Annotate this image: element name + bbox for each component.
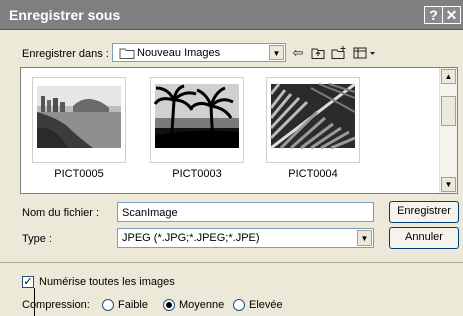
radio-moyenne-label: Moyenne — [179, 299, 225, 311]
save-in-value: Nouveau Images — [137, 47, 221, 59]
view-menu-icon[interactable] — [352, 44, 378, 62]
help-button[interactable]: ? — [424, 6, 443, 24]
window-title: Enregistrer sous — [9, 7, 121, 23]
save-button[interactable]: Enregistrer — [389, 201, 459, 223]
divider — [0, 262, 463, 263]
radio-faible[interactable] — [102, 299, 114, 311]
save-in-label: Enregistrer dans : — [22, 48, 109, 60]
filename-input[interactable]: ScanImage — [117, 202, 374, 222]
close-icon: ✕ — [445, 7, 458, 23]
file-label-pict0004: PICT0004 — [288, 168, 338, 180]
close-button[interactable]: ✕ — [442, 6, 461, 24]
radio-moyenne[interactable] — [163, 299, 175, 311]
file-label-pict0003: PICT0003 — [172, 168, 222, 180]
scan-all-checkbox[interactable]: ✓ — [22, 276, 34, 288]
filetype-value: JPEG (*.JPG;*.JPEG;*.JPE) — [122, 232, 260, 244]
chevron-down-icon[interactable]: ▼ — [269, 45, 284, 60]
help-icon: ? — [429, 7, 438, 23]
scroll-down-icon[interactable]: ▼ — [441, 177, 456, 192]
chevron-down-icon[interactable]: ▼ — [357, 230, 372, 246]
back-icon[interactable]: ⇦ — [289, 44, 307, 62]
file-label-pict0005: PICT0005 — [54, 168, 104, 180]
scroll-thumb[interactable] — [441, 96, 456, 126]
save-as-dialog: Enregistrer sous ? ✕ Enregistrer dans : … — [0, 0, 463, 316]
scan-all-label: Numérise toutes les images — [39, 276, 175, 288]
radio-elevee-label: Elevée — [249, 299, 283, 311]
thumbnail-pict0004[interactable] — [266, 77, 360, 163]
folder-icon — [119, 47, 135, 62]
scroll-up-icon[interactable]: ▲ — [441, 69, 456, 84]
filename-value: ScanImage — [122, 207, 178, 219]
file-list[interactable]: PICT0005 PICT0003 PICT0004 ▲ ▼ — [20, 67, 458, 194]
cancel-button[interactable]: Annuler — [389, 227, 459, 249]
filetype-label: Type : — [22, 233, 52, 245]
thumbnail-pict0005[interactable] — [32, 77, 126, 163]
callout-line — [34, 288, 35, 316]
file-list-scrollbar[interactable]: ▲ ▼ — [439, 68, 457, 193]
compression-label: Compression: — [22, 299, 90, 311]
new-folder-icon[interactable] — [330, 44, 348, 62]
up-folder-icon[interactable] — [309, 44, 327, 62]
thumbnail-pict0003[interactable] — [150, 77, 244, 163]
radio-faible-label: Faible — [118, 299, 148, 311]
filetype-dropdown[interactable]: JPEG (*.JPG;*.JPEG;*.JPE) ▼ — [117, 228, 374, 248]
filename-label: Nom du fichier : — [22, 207, 100, 219]
radio-elevee[interactable] — [233, 299, 245, 311]
title-bar: Enregistrer sous ? ✕ — [0, 0, 463, 30]
save-in-dropdown[interactable]: Nouveau Images ▼ — [112, 43, 286, 62]
